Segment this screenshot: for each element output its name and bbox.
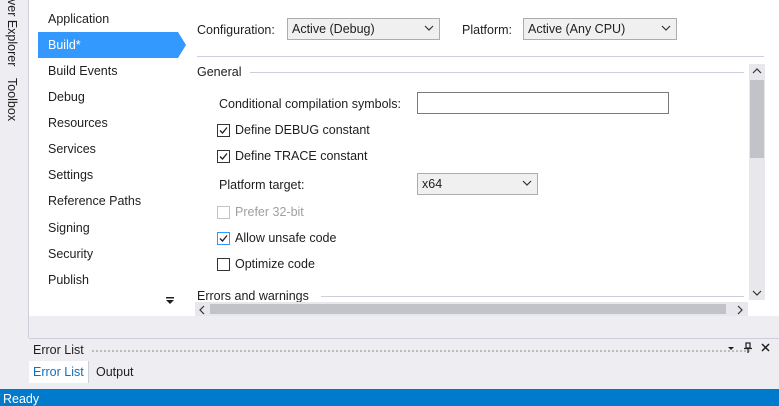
horizontal-scroll-thumb[interactable] xyxy=(210,304,726,314)
scroll-right-icon[interactable] xyxy=(735,304,745,315)
allow-unsafe-label: Allow unsafe code xyxy=(235,231,337,245)
checkmark-icon xyxy=(219,153,228,160)
platform-dropdown[interactable]: Active (Any CPU) xyxy=(523,18,677,40)
scroll-down-icon[interactable] xyxy=(752,287,762,297)
build-properties-page: Configuration: Active (Debug) Platform: … xyxy=(188,0,779,316)
tab-error-list[interactable]: Error List xyxy=(29,361,89,383)
define-debug-label: Define DEBUG constant xyxy=(235,123,370,137)
nav-item-build[interactable]: Build* xyxy=(38,32,186,58)
chevron-down-icon xyxy=(424,25,434,31)
vertical-tab-explorer[interactable]: ver Explorer xyxy=(5,0,19,66)
platform-target-value: x64 xyxy=(422,177,443,191)
error-list-panel: Error List Error List Output xyxy=(29,338,779,390)
tool-window-strip: ver Explorer Toolbox xyxy=(0,0,29,338)
property-page-nav: Application Build* Build Events Debug Re… xyxy=(29,0,188,316)
nav-item-publish[interactable]: Publish xyxy=(38,267,188,293)
tab-output[interactable]: Output xyxy=(92,361,138,383)
optimize-code-label: Optimize code xyxy=(235,257,315,271)
conditional-symbols-input[interactable] xyxy=(417,92,669,114)
nav-item-settings[interactable]: Settings xyxy=(38,162,188,188)
define-trace-checkbox[interactable] xyxy=(217,150,230,163)
nav-item-resources[interactable]: Resources xyxy=(38,110,188,136)
scroll-left-icon[interactable] xyxy=(197,304,207,315)
nav-item-signing[interactable]: Signing xyxy=(38,215,188,241)
general-section-rule xyxy=(250,72,744,73)
panel-splitter[interactable] xyxy=(29,316,779,338)
platform-target-dropdown[interactable]: x64 xyxy=(417,173,538,195)
nav-item-reference-paths[interactable]: Reference Paths xyxy=(38,188,188,214)
nav-item-services[interactable]: Services xyxy=(38,136,188,162)
checkmark-icon xyxy=(219,235,228,242)
panel-grip[interactable] xyxy=(91,349,750,354)
optimize-code-checkbox[interactable] xyxy=(217,258,230,271)
nav-item-debug[interactable]: Debug xyxy=(38,84,188,110)
error-list-title: Error List xyxy=(33,343,84,357)
nav-item-build-events[interactable]: Build Events xyxy=(38,58,188,84)
panel-dropdown-icon[interactable] xyxy=(726,343,736,356)
prefer-32bit-label: Prefer 32-bit xyxy=(235,205,304,219)
configuration-value: Active (Debug) xyxy=(292,22,375,36)
pin-icon[interactable] xyxy=(743,342,753,357)
checkmark-icon xyxy=(219,127,228,134)
errors-section-rule xyxy=(321,296,744,297)
toolbar-divider xyxy=(197,56,764,57)
platform-label: Platform: xyxy=(462,23,513,37)
close-icon[interactable] xyxy=(760,342,771,356)
vertical-scroll-thumb[interactable] xyxy=(750,80,764,158)
errors-section-title: Errors and warnings xyxy=(197,289,309,302)
vertical-tab-toolbox[interactable]: Toolbox xyxy=(5,78,19,121)
nav-item-security[interactable]: Security xyxy=(38,241,188,267)
define-trace-label: Define TRACE constant xyxy=(235,149,368,163)
nav-item-application[interactable]: Application xyxy=(38,6,188,32)
platform-value: Active (Any CPU) xyxy=(528,22,626,36)
prefer-32bit-checkbox[interactable] xyxy=(217,206,230,219)
chevron-down-icon xyxy=(661,25,671,31)
scroll-up-icon[interactable] xyxy=(752,65,762,75)
configuration-label: Configuration: xyxy=(197,23,275,37)
allow-unsafe-checkbox[interactable] xyxy=(217,232,230,245)
define-debug-checkbox[interactable] xyxy=(217,124,230,137)
general-section-title: General xyxy=(197,65,242,79)
chevron-down-icon xyxy=(522,180,532,186)
status-bar: Ready xyxy=(0,389,779,406)
configuration-dropdown[interactable]: Active (Debug) xyxy=(287,18,440,40)
status-text: Ready xyxy=(3,392,40,406)
conditional-symbols-label: Conditional compilation symbols: xyxy=(219,97,402,111)
platform-target-label: Platform target: xyxy=(219,178,305,192)
nav-scroll-down-icon[interactable] xyxy=(164,296,176,310)
